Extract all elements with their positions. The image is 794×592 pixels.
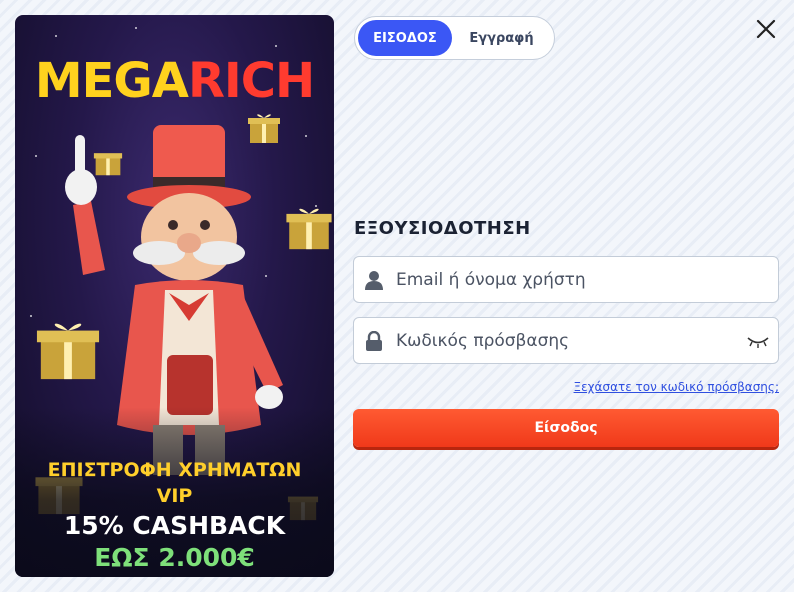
logo-rich-text: RICH	[187, 53, 315, 109]
email-input[interactable]	[394, 256, 778, 303]
user-icon	[354, 270, 394, 290]
promo-vip-label: VIP	[156, 485, 193, 507]
email-field[interactable]	[353, 256, 779, 303]
password-input[interactable]	[394, 317, 738, 364]
promo-headline: ΕΠΙΣΤΡΟΦΗ ΧΡΗΜΑΤΩΝ	[47, 459, 302, 481]
login-submit-button[interactable]: Είσοδος	[353, 409, 779, 447]
auth-tabs: ΕΙΣΟΔΟΣ Εγγραφή	[354, 16, 555, 60]
auth-title: ΕΞΟΥΣΙΟΔΟΤΗΣΗ	[354, 218, 531, 239]
promo-cashback: 15% CASHBACK	[63, 511, 286, 540]
tab-login[interactable]: ΕΙΣΟΔΟΣ	[358, 20, 452, 56]
forgot-password-link[interactable]: Ξεχάσατε τον κωδικό πρόσβασης;	[574, 380, 779, 394]
brand-logo: MEGARICH	[15, 53, 334, 109]
lock-icon	[354, 330, 394, 351]
close-icon[interactable]	[753, 16, 779, 42]
password-field[interactable]	[353, 317, 779, 364]
tab-register[interactable]: Εγγραφή	[452, 20, 551, 56]
promo-banner[interactable]: MEGARICH ΕΠΙΣΤΡΟΦΗ ΧΡΗΜΑΤΩΝ VIP 15% CASH…	[15, 15, 334, 577]
promo-max-amount: ΕΩΣ 2.000€	[94, 543, 255, 572]
logo-mega-text: MEGA	[34, 53, 189, 109]
eye-closed-icon[interactable]	[738, 334, 778, 348]
